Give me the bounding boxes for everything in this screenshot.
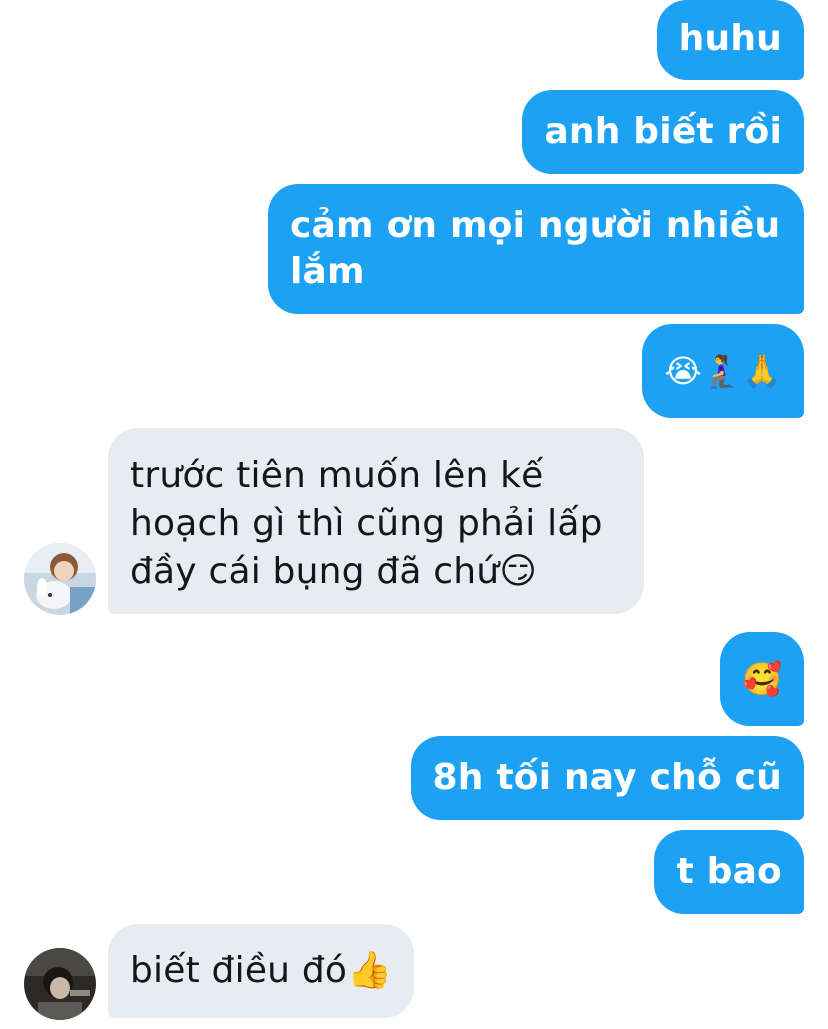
message-text-line: cảm ơn mọi người nhiều bbox=[290, 205, 781, 246]
sent-message-bubble[interactable]: anh biết rồi bbox=[522, 90, 804, 174]
emoji-message: 😭🧎‍♀️🙏 bbox=[664, 352, 782, 390]
message-text-line: hoạch gì thì cũng phải lấp bbox=[130, 503, 603, 544]
contact-avatar[interactable] bbox=[24, 948, 96, 1020]
message-text-line: đầy cái bụng đã chứ😏 bbox=[130, 551, 538, 592]
message-text-line: lắm bbox=[290, 251, 365, 292]
message-text-line: trước tiên muốn lên kế bbox=[130, 455, 544, 496]
sent-message-bubble[interactable]: huhu bbox=[656, 0, 804, 80]
received-message-bubble[interactable]: trước tiên muốn lên kế hoạch gì thì cũng… bbox=[108, 428, 644, 614]
contact-avatar[interactable] bbox=[24, 543, 96, 615]
avatar-photo-icon bbox=[24, 543, 96, 615]
sent-message-bubble[interactable]: 😭🧎‍♀️🙏 bbox=[642, 324, 804, 418]
emoji-message: 🥰 bbox=[741, 660, 782, 698]
avatar-photo-icon bbox=[24, 948, 96, 1020]
message-text: t bao bbox=[676, 851, 782, 892]
sent-message-bubble[interactable]: 8h tối nay chỗ cũ bbox=[410, 736, 804, 820]
received-message-bubble[interactable]: biết điều đó👍 bbox=[108, 924, 415, 1018]
sent-message-bubble[interactable]: cảm ơn mọi người nhiều lắm bbox=[268, 184, 804, 314]
message-text: 8h tối nay chỗ cũ bbox=[432, 757, 782, 798]
message-text: anh biết rồi bbox=[544, 111, 782, 152]
message-text: biết điều đó👍 bbox=[130, 950, 393, 991]
sent-message-bubble[interactable]: 🥰 bbox=[719, 632, 804, 726]
message-text: huhu bbox=[678, 18, 782, 59]
sent-message-bubble[interactable]: t bao bbox=[654, 830, 804, 914]
